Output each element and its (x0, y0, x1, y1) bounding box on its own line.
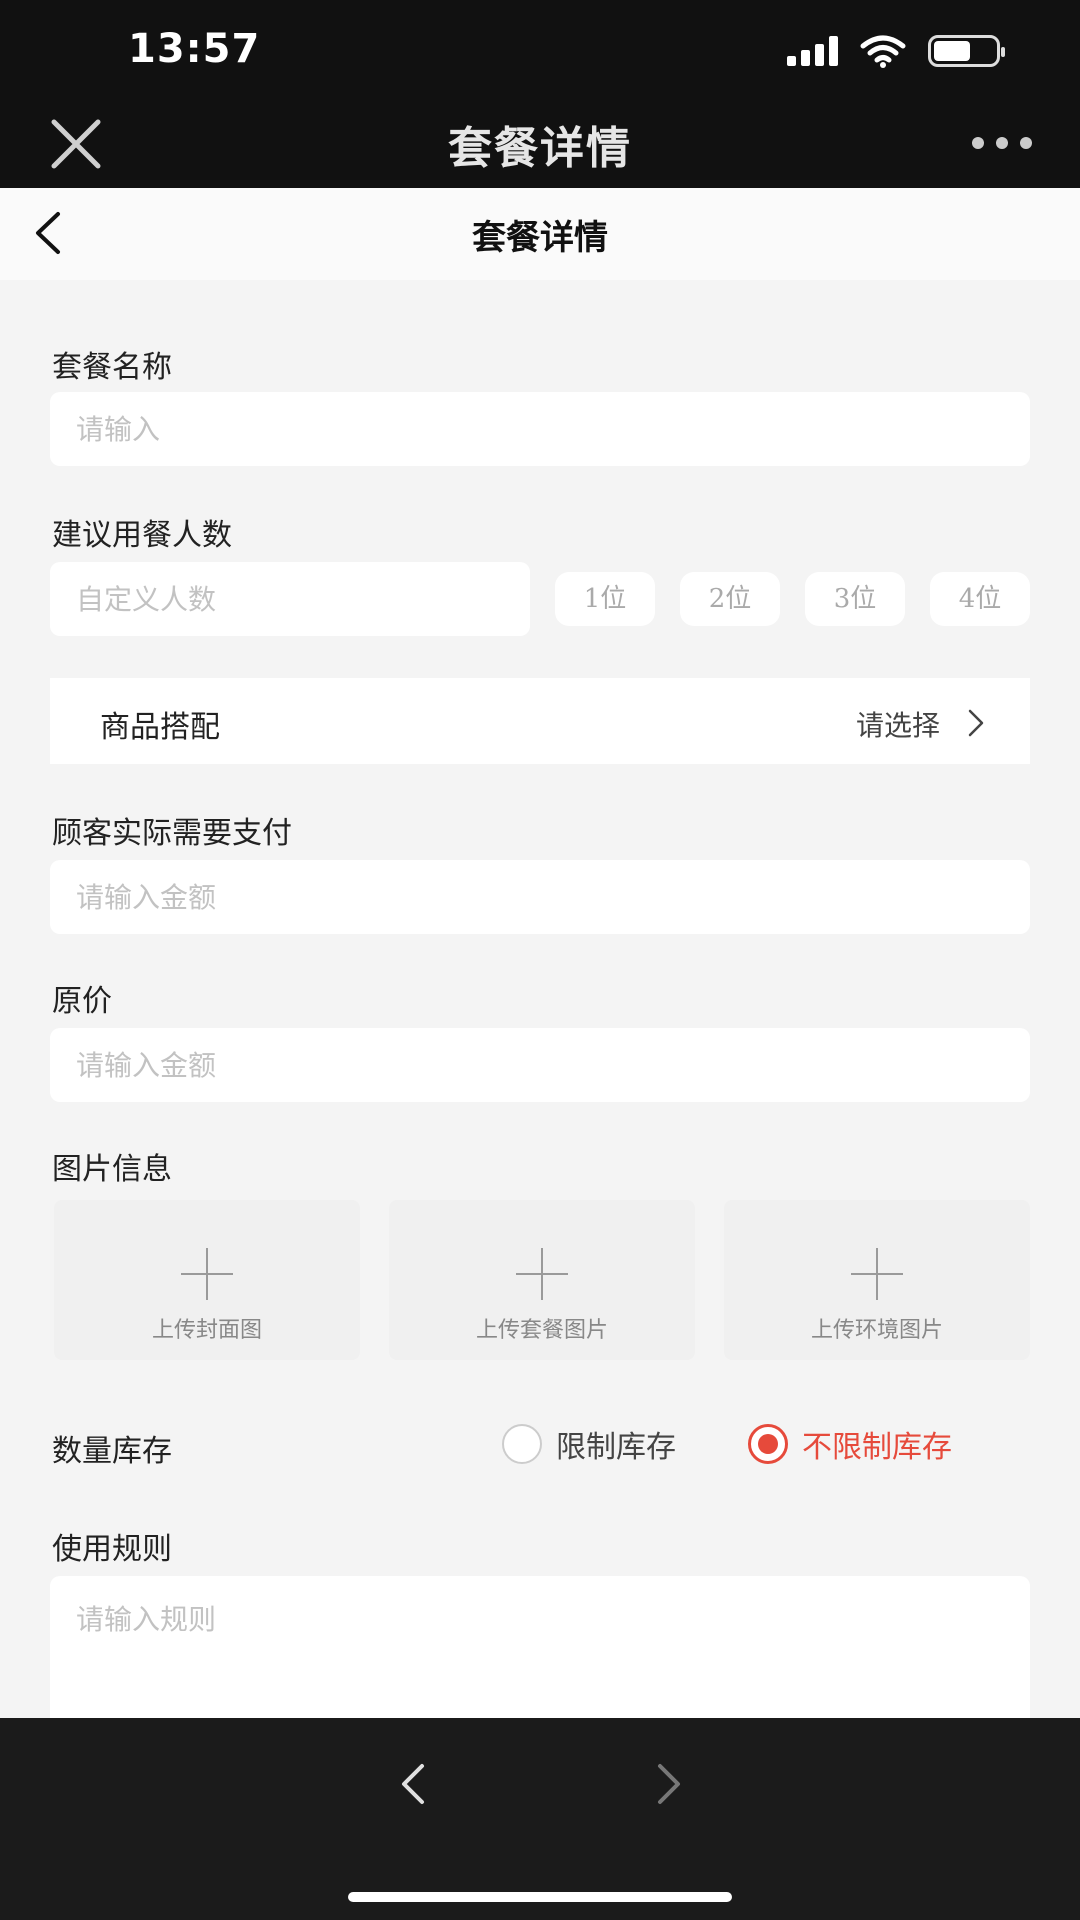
pay-amount-field (50, 860, 1030, 934)
party-size-option-3[interactable]: 3位 (805, 572, 905, 626)
party-size-label: 建议用餐人数 (52, 518, 232, 553)
status-bar: 13:57 (0, 0, 1080, 100)
form-content[interactable]: 套餐名称 建议用餐人数 1位 2位 3位 4位 商品搭配 请选择 顾客实际需要支… (0, 280, 1080, 1718)
chevron-right-icon (968, 709, 984, 737)
app-bar: 套餐详情 (0, 100, 1080, 188)
custom-party-size-field (50, 562, 530, 636)
custom-party-size-input[interactable] (50, 562, 530, 636)
bottom-nav-bar (0, 1718, 1080, 1920)
limited-stock-option[interactable]: 限制库存 (502, 1422, 676, 1466)
app-bar-title: 套餐详情 (448, 123, 632, 174)
plus-icon (851, 1248, 903, 1300)
wifi-icon (860, 35, 906, 68)
page-title: 套餐详情 (472, 218, 608, 258)
party-size-option-4[interactable]: 4位 (930, 572, 1030, 626)
status-icons (787, 34, 1005, 68)
original-price-field (50, 1028, 1030, 1102)
upload-caption: 上传套餐图片 (475, 1318, 608, 1343)
pay-amount-label: 顾客实际需要支付 (52, 816, 292, 851)
page-nav-bar: 套餐详情 (0, 188, 1080, 280)
cellular-signal-icon (787, 36, 838, 66)
product-combo-label: 商品搭配 (100, 710, 220, 745)
unlimited-stock-label: 不限制库存 (802, 1430, 952, 1465)
party-size-option-1[interactable]: 1位 (555, 572, 655, 626)
stock-label: 数量库存 (52, 1434, 172, 1469)
product-combo-row[interactable]: 商品搭配 请选择 (50, 678, 1030, 764)
status-time: 13:57 (128, 26, 261, 72)
plus-icon (181, 1248, 233, 1300)
battery-icon (928, 35, 1005, 67)
package-name-input[interactable] (50, 392, 1030, 466)
usage-rules-textarea[interactable] (50, 1576, 1030, 1718)
limited-stock-label: 限制库存 (556, 1430, 676, 1465)
upload-caption: 上传封面图 (151, 1318, 262, 1343)
home-indicator[interactable] (348, 1892, 732, 1902)
pay-amount-input[interactable] (50, 860, 1030, 934)
more-options-icon[interactable] (972, 128, 1032, 158)
upload-caption: 上传环境图片 (810, 1318, 943, 1343)
usage-rules-field (50, 1576, 1030, 1718)
image-info-label: 图片信息 (52, 1152, 172, 1187)
radio-unchecked-icon[interactable] (502, 1424, 542, 1464)
usage-rules-label: 使用规则 (52, 1532, 172, 1567)
plus-icon (516, 1248, 568, 1300)
unlimited-stock-option[interactable]: 不限制库存 (748, 1422, 952, 1466)
original-price-input[interactable] (50, 1028, 1030, 1102)
radio-checked-icon[interactable] (748, 1424, 788, 1464)
back-arrow-icon[interactable] (396, 1762, 432, 1806)
upload-package-image-button[interactable]: 上传套餐图片 (389, 1200, 695, 1360)
upload-environment-image-button[interactable]: 上传环境图片 (724, 1200, 1030, 1360)
party-size-option-2[interactable]: 2位 (680, 572, 780, 626)
product-combo-value: 请选择 (855, 709, 940, 742)
original-price-label: 原价 (52, 984, 112, 1019)
package-name-label: 套餐名称 (52, 350, 172, 385)
package-name-field (50, 392, 1030, 466)
upload-cover-image-button[interactable]: 上传封面图 (54, 1200, 360, 1360)
forward-arrow-icon[interactable] (650, 1762, 686, 1806)
